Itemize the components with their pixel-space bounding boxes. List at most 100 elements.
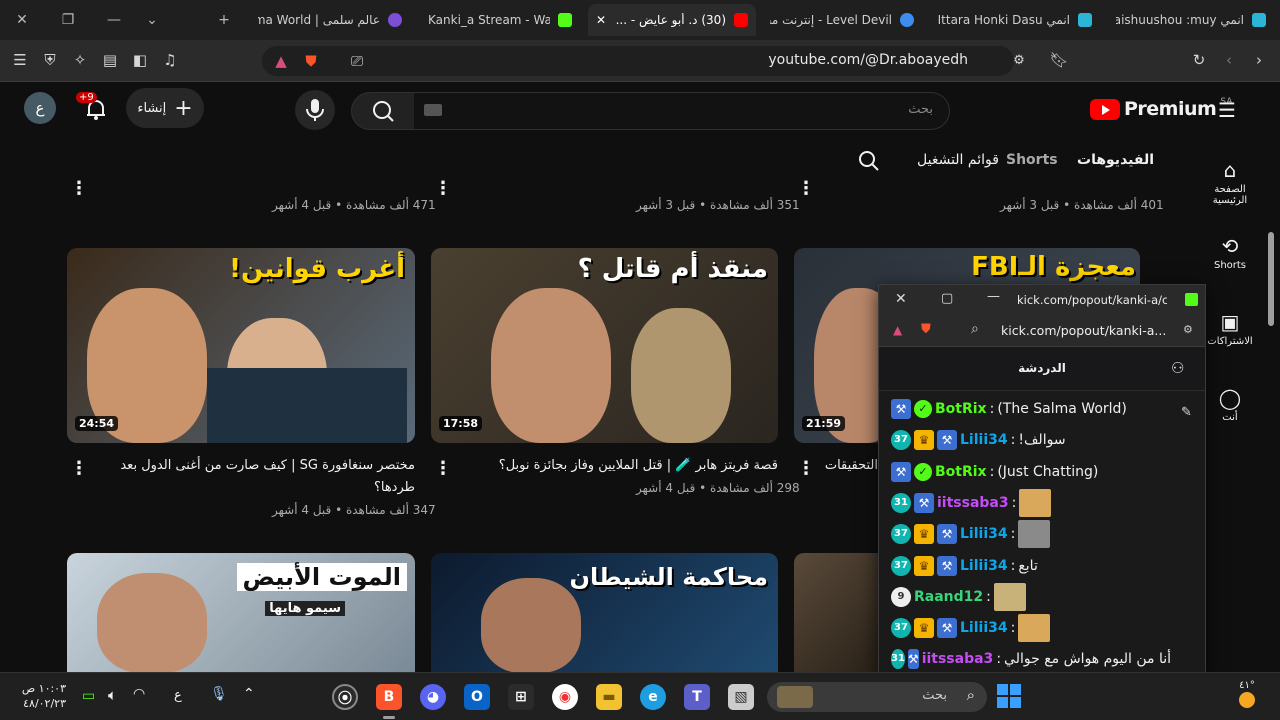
video-thumbnail[interactable] [794, 553, 878, 672]
chat-message[interactable]: 37 ♛ ⚒ Lilii34: سوالف! [891, 426, 1171, 454]
chrome-app-icon[interactable]: ◉ [552, 684, 578, 710]
chat-message[interactable]: ⚒ ✓ BotRix: (The Salma World) [891, 395, 1171, 423]
tab-playlists[interactable]: قوائم التشغيل [917, 152, 999, 168]
brave-shields-icon[interactable]: ⛊ [921, 322, 931, 337]
chat-message[interactable]: 37 ♛ ⚒ Lilii34: [891, 614, 1171, 643]
nav-shorts[interactable]: ⟲ Shorts [1200, 232, 1260, 271]
page-scrollbar[interactable] [1268, 232, 1274, 326]
create-button[interactable]: إنشاء + [126, 88, 204, 128]
keyboard-icon[interactable] [424, 104, 442, 116]
microsoft-store-icon[interactable]: ⊞ [508, 684, 534, 710]
pin-icon[interactable]: ✎ [1181, 405, 1192, 420]
screen-cast-icon[interactable]: ⎚ [346, 50, 368, 72]
video-thumbnail[interactable]: منقذ أم قاتل ؟ 17:58 [431, 248, 778, 443]
popup-maximize-icon[interactable]: ▢ [941, 291, 953, 306]
new-tab-icon[interactable]: + [212, 8, 236, 32]
back-icon[interactable]: ‹ [1218, 49, 1240, 71]
chat-username[interactable]: Lilii34 [960, 432, 1008, 448]
popup-address-bar[interactable]: ▲ ⛊ ⌕ kick.com/popout/kanki-a... ⚙ [879, 315, 1205, 347]
search-input[interactable]: بحث [414, 92, 950, 130]
more-options-icon[interactable]: ⋮ [797, 458, 815, 479]
tab-shorts[interactable]: Shorts [1006, 152, 1058, 168]
more-options-icon[interactable]: ⋮ [434, 458, 452, 479]
nav-subscriptions[interactable]: ▣ الاشتراكات [1200, 308, 1260, 347]
task-view-icon[interactable]: ▧ [728, 684, 754, 710]
avatar[interactable]: ع [24, 92, 56, 124]
forward-icon[interactable]: › [1248, 49, 1270, 71]
brave-shields-icon[interactable]: ⛊ [300, 50, 322, 72]
sidebar-icon[interactable]: ◧ [129, 49, 151, 71]
reader-icon[interactable]: ▤ [99, 49, 121, 71]
popup-close-icon[interactable]: ✕ [895, 291, 907, 307]
chat-username[interactable]: Lilii34 [960, 620, 1008, 636]
show-hidden-icons-icon[interactable]: ⌃ [243, 686, 255, 702]
more-options-icon[interactable]: ⋮ [797, 178, 815, 199]
weather-widget[interactable]: ٤١° [1232, 680, 1262, 708]
obs-app-icon[interactable]: ⦿ [332, 684, 358, 710]
edge-app-icon[interactable]: e [640, 684, 666, 710]
file-explorer-icon[interactable]: ▬ [596, 684, 622, 710]
nav-you[interactable]: ◯ أنت [1200, 384, 1260, 423]
chat-message[interactable]: 9 Raand12: [891, 582, 1171, 611]
more-options-icon[interactable]: ⋮ [70, 458, 88, 479]
volume-icon[interactable]: 🔈︎ [108, 686, 117, 704]
voice-search-button[interactable] [295, 90, 335, 130]
browser-tab[interactable]: Kanki_a Stream - Watch [420, 4, 580, 36]
chat-username[interactable]: Lilii34 [960, 558, 1008, 574]
chat-username[interactable]: Raand12 [914, 589, 983, 605]
notifications-button[interactable]: +9 [76, 92, 110, 123]
guide-menu-icon[interactable]: ☰ [1218, 98, 1236, 122]
browser-tab[interactable]: Level Devil - إنترنت مجانًا [762, 4, 922, 36]
tab-videos[interactable]: الفيديوهات [1077, 152, 1154, 168]
wifi-icon[interactable]: ◠ [133, 686, 145, 702]
video-thumbnail[interactable]: أغرب قوانين! 24:54 [67, 248, 415, 443]
youtube-premium-logo[interactable]: Premium SA [1090, 97, 1232, 120]
bookmark-icon[interactable]: 🔖︎ [1048, 49, 1070, 71]
brave-rewards-icon[interactable]: ▲ [893, 323, 902, 337]
start-button[interactable] [997, 684, 1021, 708]
users-icon[interactable]: ⚇ [1171, 359, 1184, 377]
outlook-app-icon[interactable]: O [464, 684, 490, 710]
teams-app-icon[interactable]: T [684, 684, 710, 710]
reload-icon[interactable]: ↻ [1188, 49, 1210, 71]
chat-message[interactable]: ⚒ ✓ BotRix: (Just Chatting) [891, 458, 1171, 486]
input-language[interactable]: ع [174, 688, 182, 703]
chat-username[interactable]: Lilii34 [960, 526, 1008, 542]
chat-username[interactable]: iitssaba3 [922, 651, 994, 667]
close-window-icon[interactable]: ✕ [10, 8, 34, 32]
search-button[interactable] [351, 92, 415, 130]
site-settings-icon[interactable]: ⚙ [1183, 323, 1193, 336]
clock[interactable]: ١٠:٠٣ ص ٤٨/٠٢/٢٣ [18, 681, 66, 711]
chat-message[interactable]: 31 ⚒ iitssaba3: [891, 488, 1171, 517]
brave-rewards-icon[interactable]: ▲ [270, 50, 292, 72]
browser-tab[interactable]: عالم سلمى | Salma World [250, 4, 410, 36]
chat-message[interactable]: 37 ♛ ⚒ Lilii34: [891, 520, 1171, 549]
site-settings-icon[interactable]: ⚙ [1008, 50, 1030, 72]
microphone-icon[interactable]: 🎙︎ [210, 686, 228, 702]
more-options-icon[interactable]: ⋮ [434, 178, 452, 199]
minimize-window-icon[interactable]: — [102, 8, 126, 32]
popup-minimize-icon[interactable]: — [987, 289, 1000, 304]
chat-username[interactable]: iitssaba3 [937, 495, 1009, 511]
battery-icon[interactable]: ▭ [82, 688, 95, 704]
chat-username[interactable]: BotRix [935, 401, 987, 417]
chat-message[interactable]: 37 ♛ ⚒ Lilii34: تابع [891, 552, 1171, 580]
video-thumbnail[interactable]: محاكمة الشيطان [431, 553, 778, 672]
chevron-down-icon[interactable]: ⌄ [140, 8, 164, 32]
shield-icon[interactable]: ⛨ [39, 49, 61, 71]
video-title[interactable]: التحقيقات [820, 455, 878, 477]
menu-icon[interactable]: ☰ [9, 49, 31, 71]
channel-search-icon[interactable] [858, 150, 880, 176]
browser-tab[interactable]: انمي Saishuushou :muy [1108, 4, 1274, 36]
discord-app-icon[interactable]: ◕ [420, 684, 446, 710]
nav-home[interactable]: ⌂ الصفحة الرئيسية [1200, 156, 1260, 206]
video-title[interactable]: قصة فريتز هابر 🧪 | قتل الملايين وفاز بجا… [480, 455, 778, 477]
more-options-icon[interactable]: ⋮ [70, 178, 88, 199]
video-thumbnail[interactable]: الموت الأبيض سيمو هايها [67, 553, 415, 672]
browser-tab-active[interactable]: ✕ (30) د. أبو عايض - ... [588, 4, 756, 36]
taskbar-search-box[interactable]: بحث ⌕ [767, 682, 987, 712]
restore-window-icon[interactable]: ❐ [56, 8, 80, 32]
browser-tab[interactable]: انمي Ittara Honki Dasu [930, 4, 1100, 36]
music-icon[interactable]: ♫ [159, 49, 181, 71]
close-tab-icon[interactable]: ✕ [596, 13, 606, 27]
